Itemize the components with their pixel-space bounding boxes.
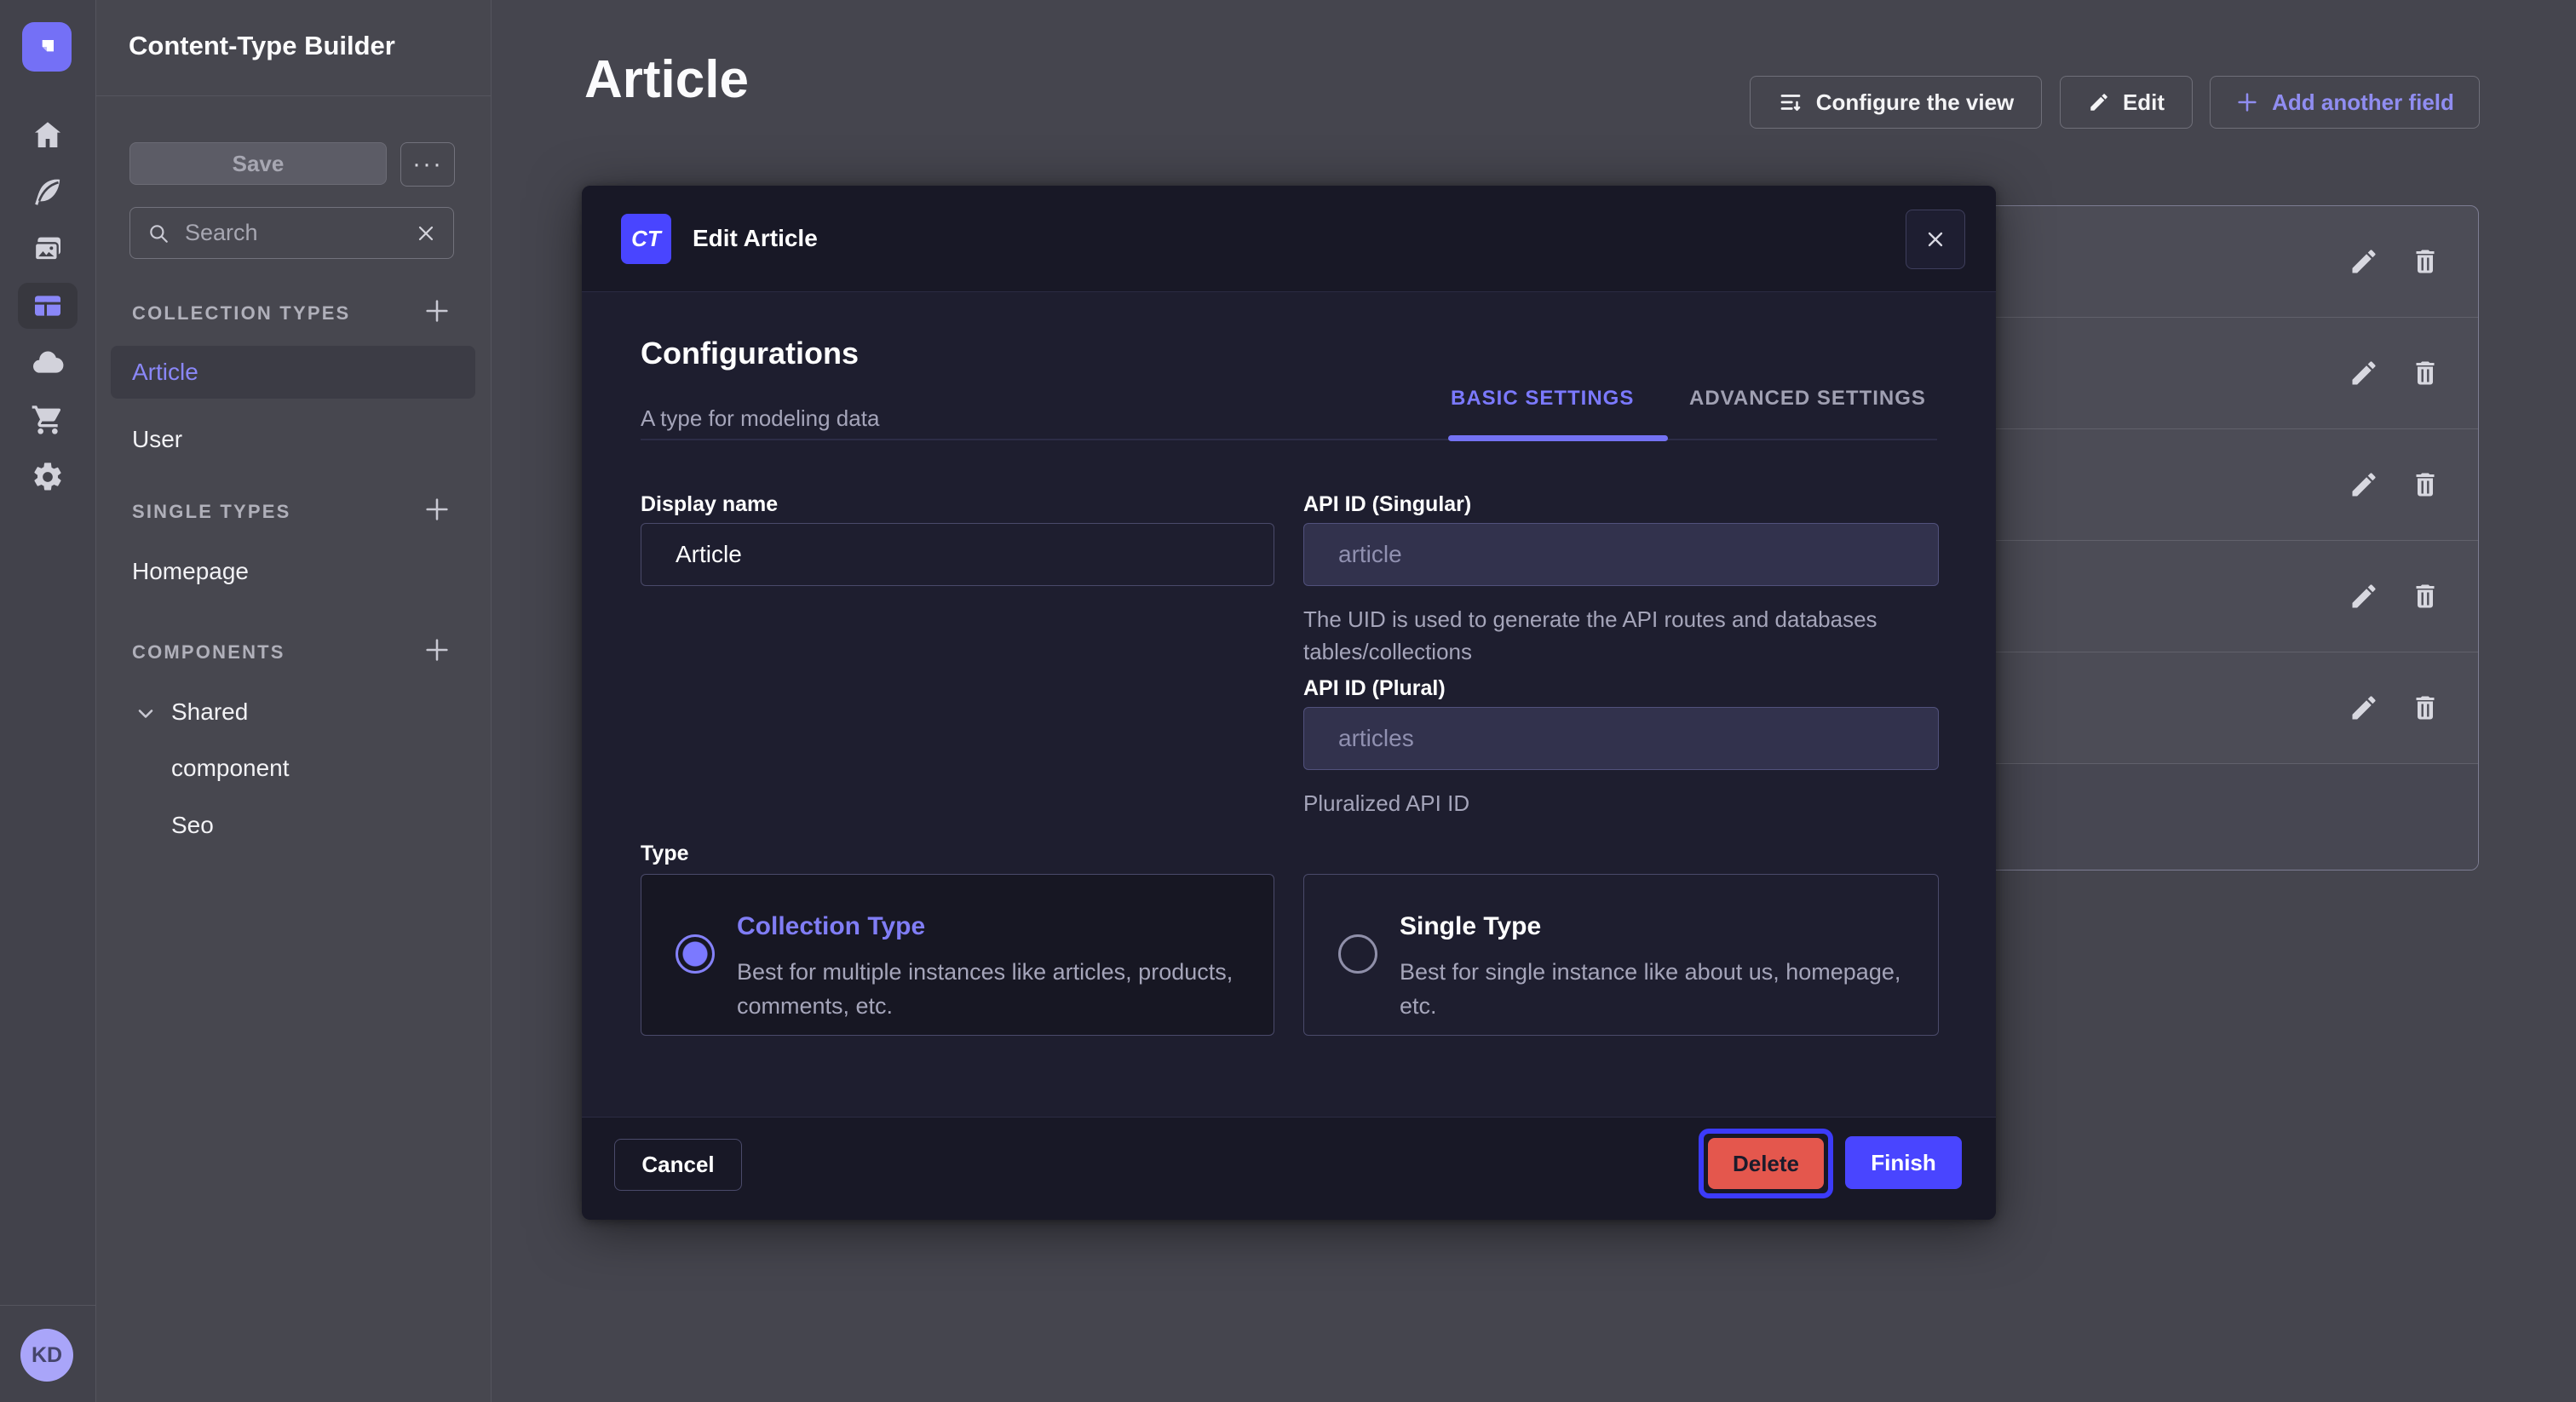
row-edit-pencil-icon[interactable]: [2349, 358, 2379, 388]
single-type-card[interactable]: Single Type Best for single instance lik…: [1303, 874, 1939, 1036]
search-icon: [147, 222, 170, 244]
user-avatar[interactable]: KD: [20, 1329, 73, 1382]
display-name-input[interactable]: [641, 523, 1274, 586]
api-id-singular-label: API ID (Singular): [1303, 492, 1471, 517]
settings-gear-icon[interactable]: [29, 458, 66, 496]
sidebar-item-seo[interactable]: Seo: [171, 812, 214, 839]
sidebar-divider: [96, 95, 491, 96]
add-another-field-button[interactable]: Add another field: [2210, 76, 2480, 129]
configure-view-button[interactable]: Configure the view: [1750, 76, 2042, 129]
feather-icon[interactable]: [29, 173, 66, 210]
single-type-description: Best for single instance like about us, …: [1400, 955, 1919, 1023]
marketplace-cart-icon[interactable]: [29, 401, 66, 439]
configure-view-label: Configure the view: [1816, 89, 2015, 116]
collection-type-description: Best for multiple instances like article…: [737, 955, 1248, 1023]
sidebar-item-homepage[interactable]: Homepage: [132, 558, 249, 585]
row-delete-trash-icon[interactable]: [2410, 469, 2441, 500]
content-type-badge: CT: [621, 214, 671, 264]
display-name-label: Display name: [641, 492, 778, 517]
radio-single-type[interactable]: [1338, 934, 1377, 974]
components-heading: COMPONENTS: [132, 641, 285, 664]
app-window: KD Content-Type Builder Save ··· COLLECT…: [0, 0, 2576, 1402]
plus-icon: [2235, 90, 2259, 114]
tab-basic-settings[interactable]: BASIC SETTINGS: [1451, 387, 1634, 411]
delete-button-focus-ring: Delete: [1699, 1129, 1833, 1198]
configure-view-icon: [1778, 89, 1803, 115]
api-id-plural-label: API ID (Plural): [1303, 676, 1446, 701]
row-edit-pencil-icon[interactable]: [2349, 469, 2379, 500]
page-title: Article: [584, 49, 749, 110]
row-edit-pencil-icon[interactable]: [2349, 246, 2379, 277]
api-id-singular-help: The UID is used to generate the API rout…: [1303, 603, 1917, 668]
configurations-subtitle: A type for modeling data: [641, 405, 879, 432]
api-id-plural-help: Pluralized API ID: [1303, 787, 1469, 819]
modal-title: Edit Article: [693, 225, 818, 252]
row-delete-trash-icon[interactable]: [2410, 246, 2441, 277]
sidebar-item-article[interactable]: Article: [111, 346, 475, 399]
single-types-heading: SINGLE TYPES: [132, 501, 291, 523]
sidebar-item-user[interactable]: User: [132, 426, 182, 453]
finish-button[interactable]: Finish: [1845, 1136, 1962, 1189]
configurations-title: Configurations: [641, 336, 859, 371]
search-input[interactable]: [183, 219, 402, 247]
active-tab-underline: [1448, 435, 1668, 441]
tab-advanced-settings[interactable]: ADVANCED SETTINGS: [1689, 387, 1926, 411]
modal-header: CT Edit Article: [582, 186, 1996, 292]
cloud-icon[interactable]: [29, 344, 66, 382]
add-another-field-label: Add another field: [2272, 89, 2454, 116]
add-single-type-icon[interactable]: [420, 492, 454, 526]
sidebar-item-component[interactable]: component: [171, 755, 290, 782]
sidebar: Content-Type Builder Save ··· COLLECTION…: [96, 0, 492, 1402]
collection-type-title: Collection Type: [737, 912, 925, 941]
search-clear-icon[interactable]: [416, 223, 436, 244]
delete-button[interactable]: Delete: [1708, 1138, 1824, 1189]
row-edit-pencil-icon[interactable]: [2349, 692, 2379, 723]
save-button[interactable]: Save: [129, 142, 387, 185]
cancel-button[interactable]: Cancel: [614, 1139, 742, 1191]
home-icon[interactable]: [29, 116, 66, 153]
chevron-down-icon[interactable]: [134, 702, 158, 730]
api-id-plural-input: [1303, 707, 1939, 770]
add-collection-type-icon[interactable]: [420, 294, 454, 328]
more-options-button[interactable]: ···: [400, 142, 455, 187]
api-id-singular-input: [1303, 523, 1939, 586]
close-icon[interactable]: [1906, 210, 1965, 269]
row-delete-trash-icon[interactable]: [2410, 692, 2441, 723]
content-type-builder-icon[interactable]: [29, 287, 66, 325]
strapi-logo-icon[interactable]: [22, 22, 72, 72]
row-edit-pencil-icon[interactable]: [2349, 581, 2379, 612]
type-label: Type: [641, 842, 689, 866]
edit-pencil-icon: [2088, 91, 2110, 113]
row-delete-trash-icon[interactable]: [2410, 358, 2441, 388]
edit-article-modal: CT Edit Article Configurations A type fo…: [582, 186, 1996, 1220]
sidebar-group-shared[interactable]: Shared: [171, 698, 248, 726]
sidebar-title: Content-Type Builder: [129, 31, 395, 61]
media-library-icon[interactable]: [29, 230, 66, 267]
edit-label: Edit: [2123, 89, 2165, 116]
rail-divider: [0, 1305, 95, 1306]
search-box: [129, 207, 454, 259]
single-type-title: Single Type: [1400, 912, 1541, 941]
edit-button[interactable]: Edit: [2060, 76, 2193, 129]
tabs-divider: [641, 439, 1937, 440]
collection-types-heading: COLLECTION TYPES: [132, 302, 350, 325]
radio-collection-type[interactable]: [676, 934, 715, 974]
add-component-icon[interactable]: [420, 633, 454, 667]
row-delete-trash-icon[interactable]: [2410, 581, 2441, 612]
nav-rail: KD: [0, 0, 96, 1402]
collection-type-card[interactable]: Collection Type Best for multiple instan…: [641, 874, 1274, 1036]
